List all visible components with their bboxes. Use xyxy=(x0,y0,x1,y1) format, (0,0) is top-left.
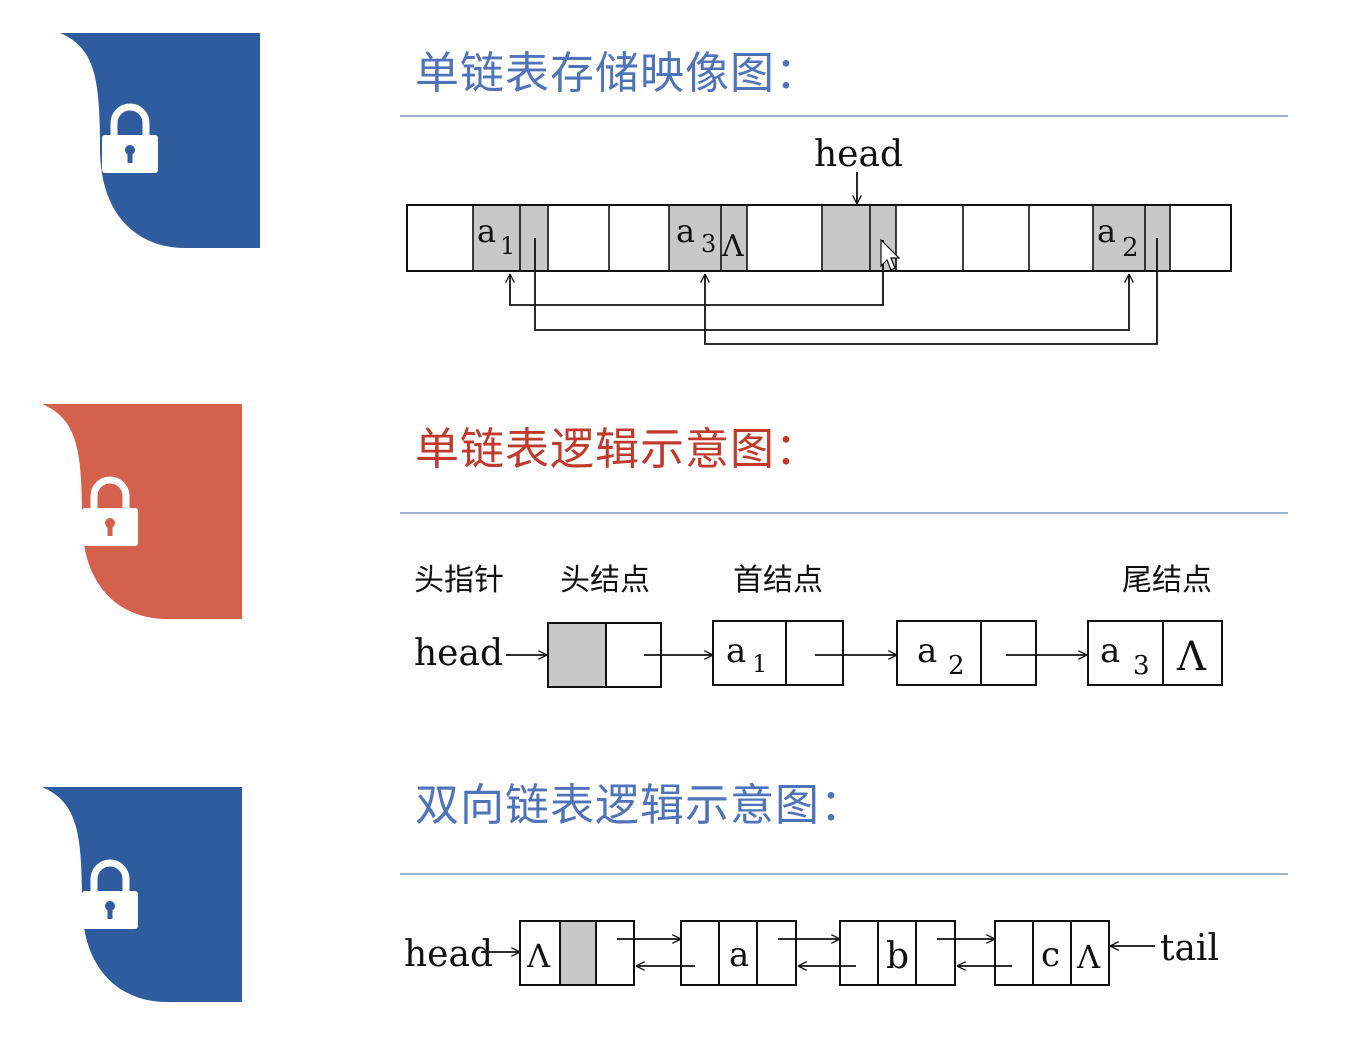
node-a3-null-symbol: Λ xyxy=(1176,634,1207,680)
storage-head-label: head xyxy=(814,134,903,175)
cell-a3-null-symbol: Λ xyxy=(721,229,744,264)
doubly-diagram: head Λ a b c Λ tail xyxy=(404,920,1219,986)
node-a1-letter: a xyxy=(726,631,746,671)
pointer-a2-to-a3 xyxy=(705,238,1158,345)
memory-cell-separators xyxy=(472,205,1171,271)
label-tail-node: 尾结点 xyxy=(1122,563,1212,598)
node-a3-subscript: 3 xyxy=(1133,651,1150,681)
node-a2-subscript: 2 xyxy=(948,651,965,681)
cell-a2-letter: a xyxy=(1097,212,1116,250)
cell-a2-subscript: 2 xyxy=(1122,233,1139,263)
label-head-pointer: 头指针 xyxy=(414,563,504,598)
logical-diagram: 头指针 头结点 首结点 尾结点 head a 1 a 2 a 3 Λ xyxy=(414,563,1223,688)
head-node-data xyxy=(547,622,607,688)
logical-head-text: head xyxy=(414,633,503,674)
dnode-a-letter: a xyxy=(729,935,749,975)
cell-headnode-data xyxy=(822,205,870,271)
doubly-head-text: head xyxy=(404,934,493,975)
dnode-b-prior xyxy=(839,920,879,986)
cell-a1-letter: a xyxy=(477,212,496,250)
dnode-head-next xyxy=(595,920,635,986)
dnode-head-data xyxy=(559,920,597,986)
storage-diagram: a 1 a 3 Λ a 2 head xyxy=(406,134,1232,345)
cell-a3-letter: a xyxy=(676,212,695,250)
dnode-a-next xyxy=(756,920,797,986)
node-a2-next xyxy=(980,620,1037,686)
node-a3-letter: a xyxy=(1100,631,1120,671)
dnode-c-prior xyxy=(994,920,1034,986)
cell-a1-subscript: 1 xyxy=(500,232,515,260)
node-a2-letter: a xyxy=(917,631,937,671)
doubly-tail-text: tail xyxy=(1160,928,1219,969)
dnode-b-next xyxy=(915,920,956,986)
dnode-a-prior xyxy=(680,920,720,986)
cell-a3-subscript: 3 xyxy=(701,230,716,258)
node-a1-subscript: 1 xyxy=(752,650,767,678)
diagrams-canvas: a 1 a 3 Λ a 2 head 头指针 头结点 首结点 尾结点 head … xyxy=(404,134,1232,986)
node-a2-data xyxy=(896,620,982,686)
node-a1-data xyxy=(712,620,787,686)
dnode-c-letter: c xyxy=(1041,935,1060,975)
dnode-head-null-symbol: Λ xyxy=(526,937,551,975)
dnode-b-letter: b xyxy=(886,936,909,977)
node-a1-next xyxy=(785,620,844,686)
dnode-c-null-symbol: Λ xyxy=(1076,938,1101,976)
label-first-node: 首结点 xyxy=(733,563,823,598)
label-head-node: 头结点 xyxy=(560,563,650,598)
cell-a1-next xyxy=(520,205,548,271)
